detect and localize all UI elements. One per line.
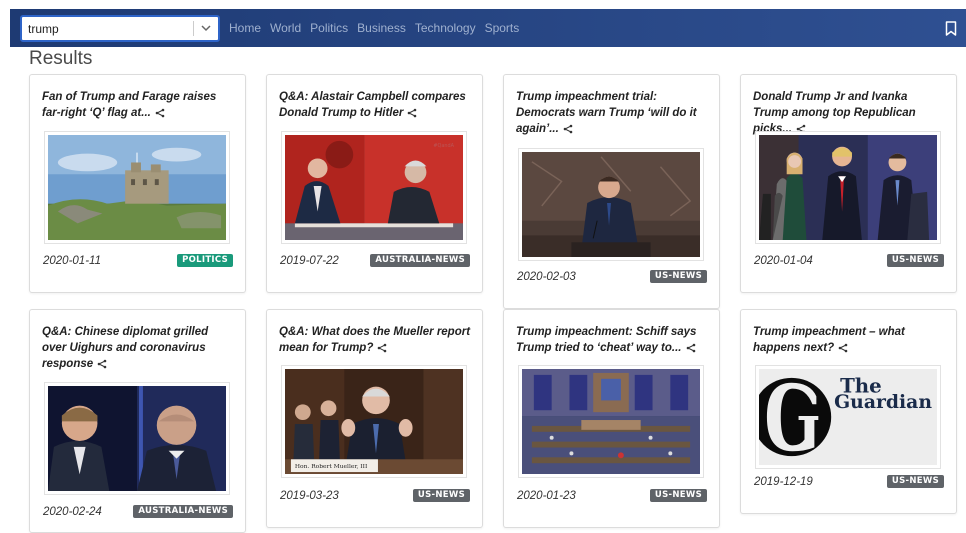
nav-world[interactable]: World: [270, 21, 301, 35]
result-card[interactable]: Q&A: Chinese diplomat grilled over Uighu…: [29, 309, 246, 533]
card-date: 2019-07-22: [280, 255, 339, 267]
card-title[interactable]: Q&A: What does the Mueller report mean f…: [279, 324, 471, 358]
result-card[interactable]: Trump impeachment – what happens next? T…: [740, 309, 957, 514]
card-date: 2020-01-23: [517, 490, 576, 502]
card-date: 2019-03-23: [280, 490, 339, 502]
card-date: 2019-12-19: [754, 476, 813, 488]
card-title[interactable]: Fan of Trump and Farage raises far-right…: [42, 89, 234, 123]
guardian-logo-image[interactable]: The Guardian: [755, 365, 941, 469]
card-image[interactable]: [518, 365, 704, 478]
nav-politics[interactable]: Politics: [310, 21, 348, 35]
category-badge[interactable]: AUSTRALIA-NEWS: [133, 505, 233, 518]
nav-sports[interactable]: Sports: [485, 21, 520, 35]
card-image[interactable]: Hon. Robert Mueller, III: [281, 365, 467, 478]
card-image[interactable]: [44, 382, 230, 495]
card-title[interactable]: Trump impeachment trial: Democrats warn …: [516, 89, 708, 139]
category-badge[interactable]: US-NEWS: [649, 489, 707, 502]
share-icon[interactable]: [155, 107, 165, 123]
search-box[interactable]: [20, 15, 220, 42]
card-title[interactable]: Q&A: Alastair Campbell compares Donald T…: [279, 89, 471, 123]
svg-text:#QandA: #QandA: [433, 143, 454, 149]
chevron-down-icon[interactable]: [194, 17, 218, 40]
search-input[interactable]: [22, 17, 193, 40]
category-badge[interactable]: US-NEWS: [886, 254, 944, 267]
category-badge[interactable]: US-NEWS: [649, 270, 707, 283]
card-date: 2020-02-03: [517, 271, 576, 283]
logo-text-guardian: Guardian: [834, 391, 932, 413]
category-badge[interactable]: POLITICS: [177, 254, 233, 267]
card-title[interactable]: Trump impeachment: Schiff says Trump tri…: [516, 324, 708, 358]
nav-business[interactable]: Business: [357, 21, 406, 35]
category-nav: Home World Politics Business Technology …: [229, 21, 528, 35]
share-icon[interactable]: [563, 123, 573, 139]
card-date: 2020-01-11: [43, 255, 101, 267]
card-image[interactable]: [755, 131, 941, 244]
result-card[interactable]: Q&A: Alastair Campbell compares Donald T…: [266, 74, 483, 293]
result-card[interactable]: Fan of Trump and Farage raises far-right…: [29, 74, 246, 293]
card-date: 2020-02-24: [43, 506, 102, 518]
share-icon[interactable]: [838, 342, 848, 358]
results-heading: Results: [29, 48, 93, 69]
card-title[interactable]: Trump impeachment – what happens next?: [753, 324, 945, 358]
share-icon[interactable]: [686, 342, 696, 358]
bookmark-icon[interactable]: [943, 19, 959, 37]
result-card[interactable]: Q&A: What does the Mueller report mean f…: [266, 309, 483, 528]
result-card[interactable]: Donald Trump Jr and Ivanka Trump among t…: [740, 74, 957, 293]
share-icon[interactable]: [407, 107, 417, 123]
result-card[interactable]: Trump impeachment: Schiff says Trump tri…: [503, 309, 720, 528]
card-image[interactable]: [518, 148, 704, 261]
nameplate-text: Hon. Robert Mueller, III: [295, 464, 367, 470]
category-badge[interactable]: US-NEWS: [886, 475, 944, 488]
card-title[interactable]: Q&A: Chinese diplomat grilled over Uighu…: [42, 324, 234, 374]
share-icon[interactable]: [377, 342, 387, 358]
share-icon[interactable]: [97, 358, 107, 374]
nav-home[interactable]: Home: [229, 21, 261, 35]
category-badge[interactable]: US-NEWS: [412, 489, 470, 502]
card-image[interactable]: [44, 131, 230, 244]
card-image[interactable]: #QandA: [281, 131, 467, 244]
nav-technology[interactable]: Technology: [415, 21, 476, 35]
card-date: 2020-01-04: [754, 255, 813, 267]
result-card[interactable]: Trump impeachment trial: Democrats warn …: [503, 74, 720, 309]
top-navigation-bar: Home World Politics Business Technology …: [10, 9, 966, 47]
category-badge[interactable]: AUSTRALIA-NEWS: [370, 254, 470, 267]
